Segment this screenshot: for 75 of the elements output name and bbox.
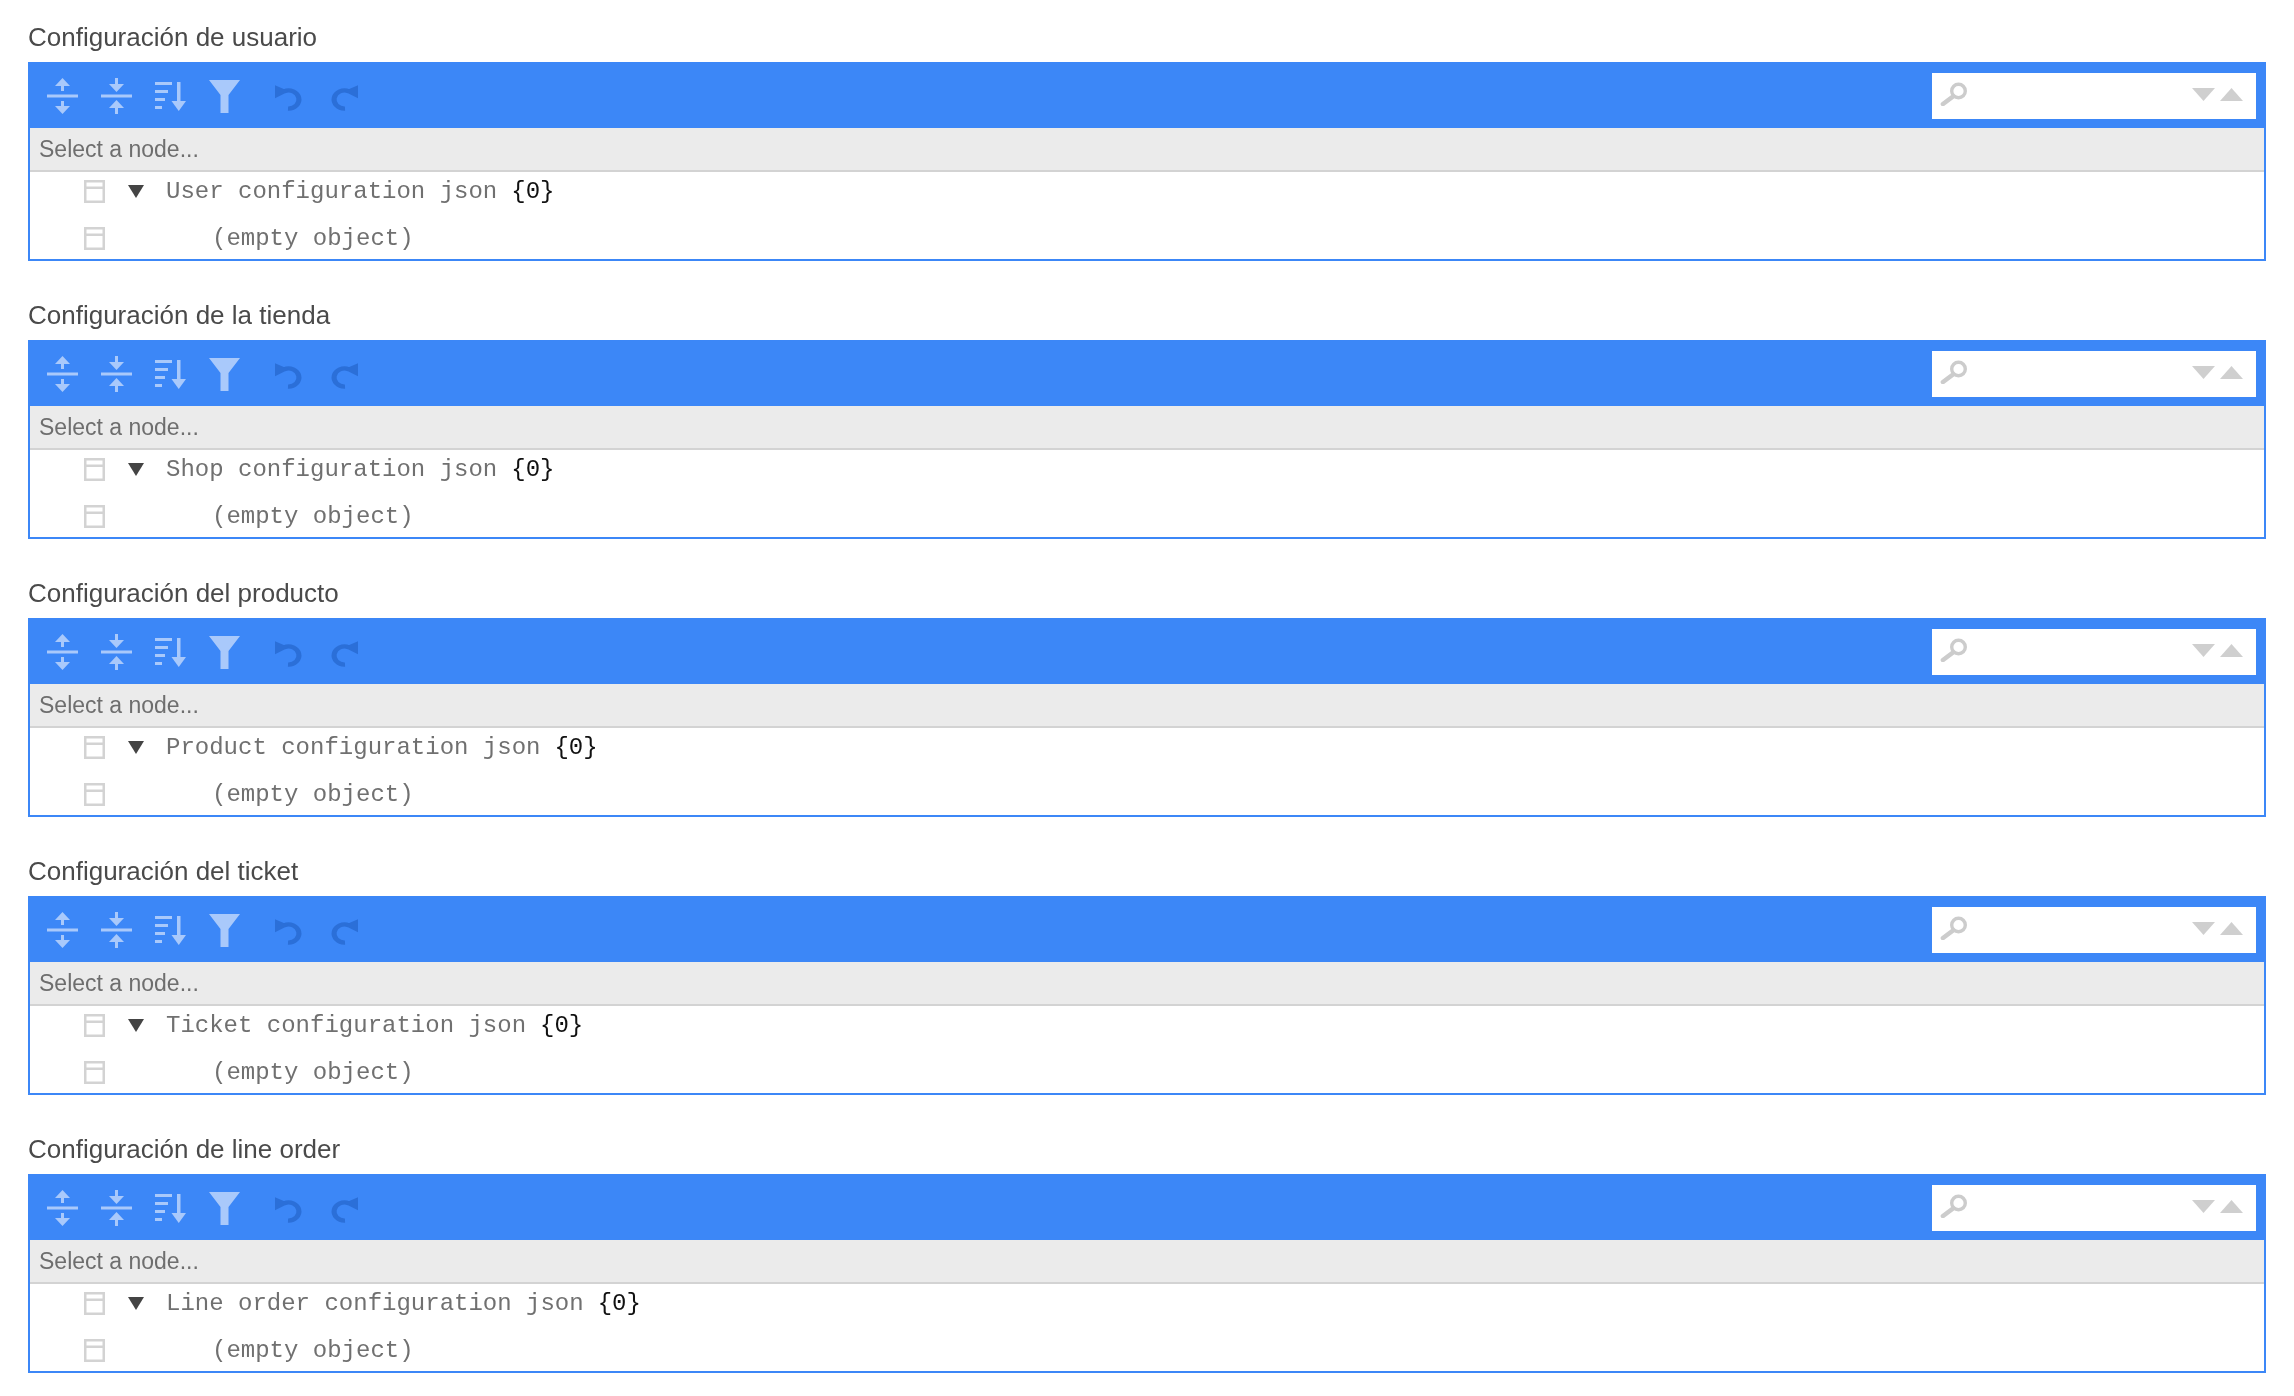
triangle-up-icon[interactable]	[2220, 1199, 2243, 1213]
triangle-down-icon[interactable]	[2192, 365, 2215, 379]
node-key: Ticket configuration json	[166, 1011, 527, 1039]
expand-all-icon[interactable]	[47, 78, 78, 114]
search-icon	[1940, 638, 1968, 662]
window-icon[interactable]	[84, 1291, 105, 1315]
collapse-all-icon[interactable]	[101, 78, 132, 114]
window-icon[interactable]	[84, 1060, 105, 1084]
window-icon[interactable]	[84, 457, 105, 481]
navigation-bar: Select a node...	[30, 962, 2264, 1006]
search-icon	[1940, 360, 1968, 384]
triangle-up-icon[interactable]	[2220, 87, 2243, 101]
expand-all-icon[interactable]	[47, 356, 78, 392]
empty-object-label: (empty object)	[212, 1058, 414, 1086]
filter-icon[interactable]	[209, 634, 240, 670]
window-icon[interactable]	[84, 179, 105, 203]
window-icon[interactable]	[84, 735, 105, 759]
caret-down-icon[interactable]	[128, 1018, 144, 1032]
section-title: Configuración del ticket	[28, 855, 300, 888]
collapse-all-icon[interactable]	[101, 356, 132, 392]
empty-object-label: (empty object)	[212, 780, 414, 808]
section-title: Configuración de usuario	[28, 21, 319, 54]
expand-all-icon[interactable]	[47, 912, 78, 948]
triangle-down-icon[interactable]	[2192, 643, 2215, 657]
node-summary: {0}	[597, 1289, 641, 1317]
node-summary: {0}	[554, 733, 598, 761]
window-icon[interactable]	[84, 226, 105, 250]
search-field[interactable]	[1932, 629, 2256, 675]
expand-all-icon[interactable]	[47, 634, 78, 670]
collapse-all-icon[interactable]	[101, 1190, 132, 1226]
window-icon[interactable]	[84, 504, 105, 528]
window-icon[interactable]	[84, 782, 105, 806]
section-title: Configuración de la tienda	[28, 299, 332, 332]
filter-icon[interactable]	[209, 912, 240, 948]
empty-object-label: (empty object)	[212, 1336, 414, 1364]
node-key: User configuration json	[166, 177, 498, 205]
section-title: Configuración del producto	[28, 577, 340, 610]
triangle-down-icon[interactable]	[2192, 87, 2215, 101]
filter-icon[interactable]	[209, 356, 240, 392]
caret-down-icon[interactable]	[128, 462, 144, 476]
search-icon	[1940, 916, 1968, 940]
search-field[interactable]	[1932, 907, 2256, 953]
search-field[interactable]	[1932, 351, 2256, 397]
expand-all-icon[interactable]	[47, 1190, 78, 1226]
node-key: Shop configuration json	[166, 455, 498, 483]
triangle-down-icon[interactable]	[2192, 921, 2215, 935]
navigation-bar: Select a node...	[30, 684, 2264, 728]
node-summary: {0}	[511, 455, 555, 483]
collapse-all-icon[interactable]	[101, 912, 132, 948]
node-key: Line order configuration json	[166, 1289, 584, 1317]
navigation-bar: Select a node...	[30, 406, 2264, 450]
navigation-bar: Select a node...	[30, 128, 2264, 172]
search-field[interactable]	[1932, 73, 2256, 119]
node-key: Product configuration json	[166, 733, 541, 761]
collapse-all-icon[interactable]	[101, 634, 132, 670]
window-icon[interactable]	[84, 1013, 105, 1037]
filter-icon[interactable]	[209, 1190, 240, 1226]
empty-object-label: (empty object)	[212, 502, 414, 530]
caret-down-icon[interactable]	[128, 184, 144, 198]
triangle-up-icon[interactable]	[2220, 643, 2243, 657]
navigation-bar: Select a node...	[30, 1240, 2264, 1284]
filter-icon[interactable]	[209, 78, 240, 114]
window-icon[interactable]	[84, 1338, 105, 1362]
caret-down-icon[interactable]	[128, 740, 144, 754]
search-icon	[1940, 1194, 1968, 1218]
node-summary: {0}	[540, 1011, 584, 1039]
search-icon	[1940, 82, 1968, 106]
search-field[interactable]	[1932, 1185, 2256, 1231]
triangle-up-icon[interactable]	[2220, 921, 2243, 935]
empty-object-label: (empty object)	[212, 224, 414, 252]
triangle-down-icon[interactable]	[2192, 1199, 2215, 1213]
section-title: Configuración de line order	[28, 1133, 342, 1166]
node-summary: {0}	[511, 177, 555, 205]
caret-down-icon[interactable]	[128, 1296, 144, 1310]
triangle-up-icon[interactable]	[2220, 365, 2243, 379]
